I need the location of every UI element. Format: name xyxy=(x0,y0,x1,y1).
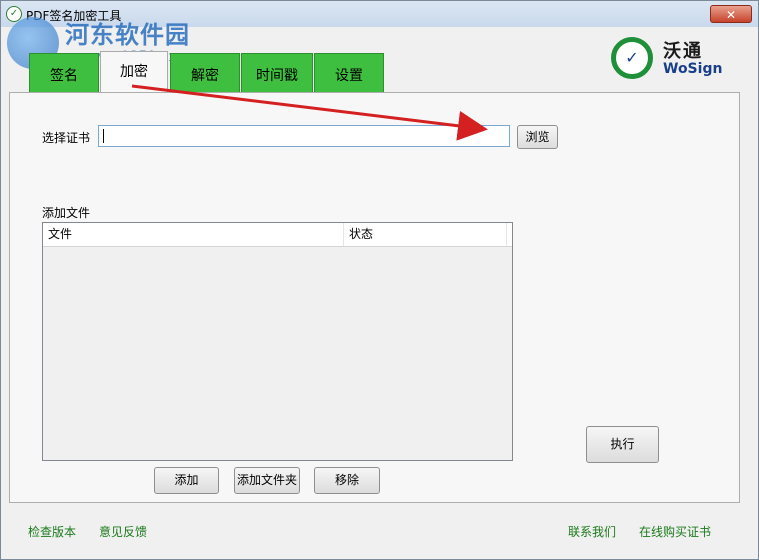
column-header-status[interactable]: 状态 xyxy=(344,223,507,246)
browse-button[interactable]: 浏览 xyxy=(517,125,558,149)
cert-field[interactable] xyxy=(98,125,510,147)
tab-sign[interactable]: 签名 xyxy=(29,53,99,93)
tab-timestamp[interactable]: 时间戳 xyxy=(241,53,313,93)
app-window: ✓ PDF签名加密工具 ✕ 河东软件园 www.pc0359.cn ✓ 沃通 W… xyxy=(0,0,759,560)
brand-name-cn: 沃通 xyxy=(663,41,703,62)
brand-name-en: WoSign xyxy=(663,61,723,77)
watermark-site-name: 河东软件园 xyxy=(65,20,190,49)
check-version-link[interactable]: 检查版本 xyxy=(28,523,76,540)
tab-settings[interactable]: 设置 xyxy=(314,53,384,93)
cert-label: 选择证书 xyxy=(42,131,91,145)
tab-decrypt[interactable]: 解密 xyxy=(170,53,240,93)
file-list[interactable]: 文件 状态 xyxy=(42,222,513,461)
add-files-label: 添加文件 xyxy=(42,206,91,220)
file-list-body[interactable] xyxy=(43,247,512,460)
column-header-file[interactable]: 文件 xyxy=(43,223,344,246)
text-caret xyxy=(103,129,104,143)
tab-encrypt[interactable]: 加密 xyxy=(100,51,168,93)
brand-logo: ✓ 沃通 WoSign xyxy=(611,37,731,83)
feedback-link[interactable]: 意见反馈 xyxy=(99,523,147,540)
cert-input[interactable] xyxy=(99,126,509,146)
add-button[interactable]: 添加 xyxy=(154,467,219,494)
file-list-header: 文件 状态 xyxy=(43,223,512,247)
wosign-logo-icon: ✓ xyxy=(611,37,653,79)
close-button[interactable]: ✕ xyxy=(710,5,752,23)
execute-button[interactable]: 执行 xyxy=(586,426,659,463)
contact-us-link[interactable]: 联系我们 xyxy=(568,523,616,540)
add-folder-button[interactable]: 添加文件夹 xyxy=(234,467,300,494)
buy-cert-link[interactable]: 在线购买证书 xyxy=(639,523,711,540)
remove-button[interactable]: 移除 xyxy=(314,467,380,494)
